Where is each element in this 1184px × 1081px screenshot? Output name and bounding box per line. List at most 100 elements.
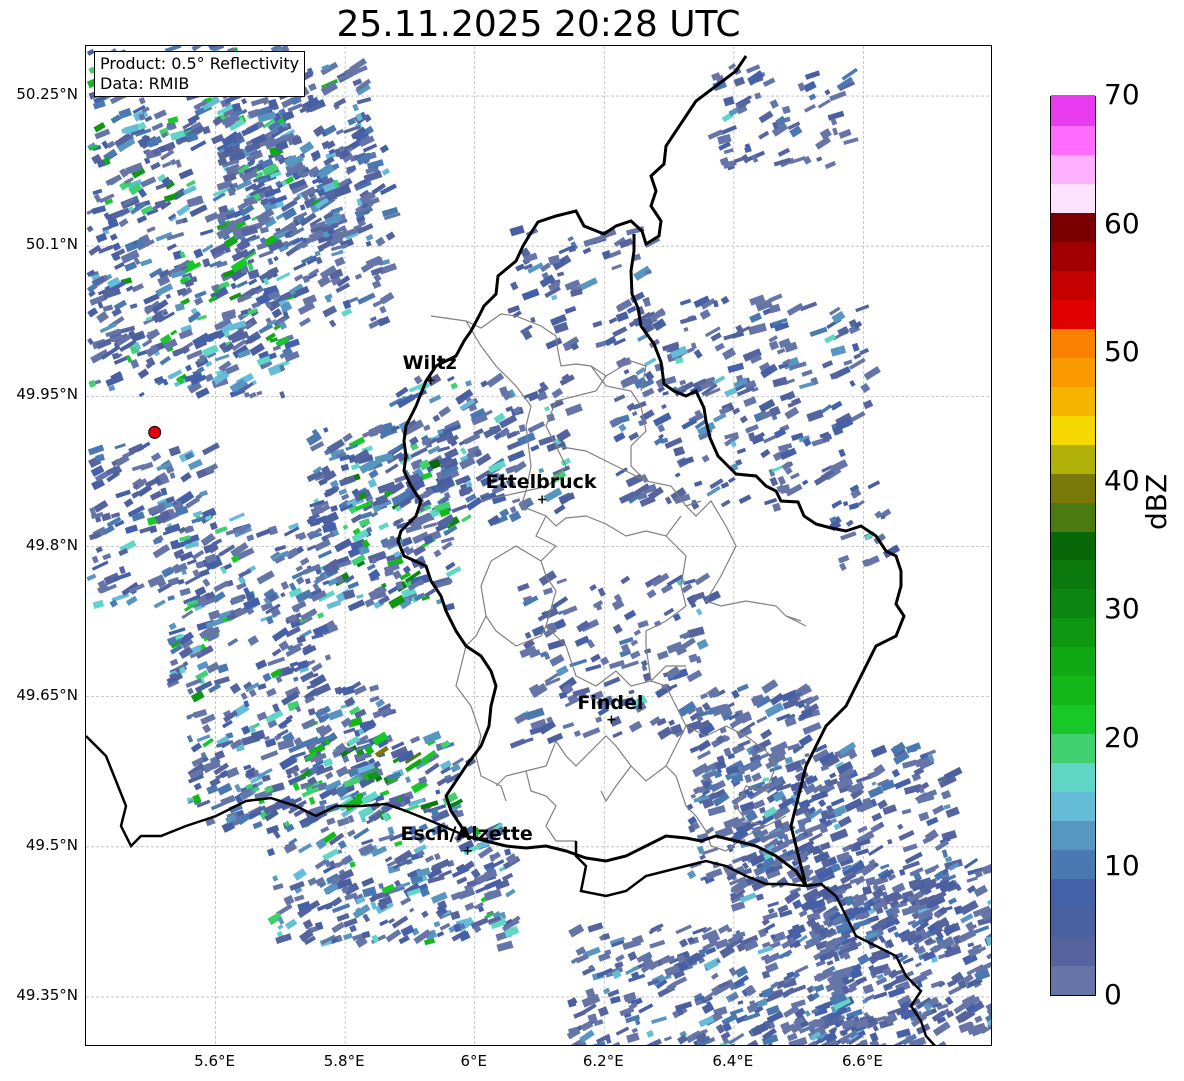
echo-pixel xyxy=(371,279,382,289)
city-label: Ettelbruck xyxy=(485,471,597,494)
echo-pixel xyxy=(118,218,129,228)
echo-pixel xyxy=(404,776,412,784)
echo-pixel xyxy=(518,424,526,433)
latitude-tick-label: 49.95°N xyxy=(16,385,78,404)
echo-pixel xyxy=(193,782,202,791)
echo-pixel xyxy=(182,185,197,196)
echo-pixel xyxy=(384,463,399,474)
echo-pixel xyxy=(714,342,725,352)
echo-pixel xyxy=(114,443,126,450)
echo-pixel xyxy=(824,333,837,344)
colorbar-segment xyxy=(1051,211,1095,242)
colorbar-segment xyxy=(1051,298,1095,329)
echo-pixel xyxy=(887,838,893,845)
longitude-tick-label: 6°E xyxy=(460,1052,487,1070)
echo-pixel xyxy=(623,369,630,375)
colorbar-segment xyxy=(1051,471,1095,503)
echo-pixel xyxy=(870,744,888,758)
echo-pixel xyxy=(778,949,793,960)
echo-pixel xyxy=(879,863,890,870)
echo-pixel xyxy=(853,353,862,360)
echo-pixel xyxy=(91,205,107,215)
echo-pixel xyxy=(451,504,468,514)
echo-pixel xyxy=(284,918,298,930)
echo-pixel xyxy=(863,366,881,381)
echo-pixel xyxy=(331,921,345,934)
echo-pixel xyxy=(632,400,647,411)
echo-pixel xyxy=(318,799,327,806)
echo-pixel xyxy=(699,854,706,861)
echo-pixel xyxy=(175,218,184,225)
echo-pixel xyxy=(720,499,731,508)
echo-pixel xyxy=(792,899,803,910)
echo-pixel xyxy=(697,750,712,760)
echo-pixel xyxy=(210,133,225,145)
echo-pixel xyxy=(891,768,901,778)
echo-pixel xyxy=(349,924,357,933)
echo-pixel xyxy=(366,563,376,571)
echo-pixel xyxy=(790,472,800,480)
echo-pixel xyxy=(698,1015,715,1028)
echo-pixel xyxy=(824,160,837,170)
echo-pixel xyxy=(169,658,179,667)
echo-pixel xyxy=(487,514,501,527)
echo-pixel xyxy=(313,538,332,552)
echo-pixel xyxy=(958,929,977,943)
echo-pixel xyxy=(542,587,554,596)
colorbar-tick-label: 70 xyxy=(1104,78,1140,111)
longitude-tick-label: 5.8°E xyxy=(323,1052,365,1070)
echo-pixel xyxy=(217,782,233,796)
echo-pixel xyxy=(293,262,307,271)
echo-pixel xyxy=(188,458,203,471)
echo-pixel xyxy=(806,409,824,422)
echo-pixel xyxy=(86,225,94,233)
echo-pixel xyxy=(736,447,747,455)
echo-pixel xyxy=(592,320,603,328)
echo-pixel xyxy=(738,494,752,505)
echo-pixel xyxy=(227,637,239,647)
echo-pixel xyxy=(213,676,230,686)
luxembourg-canton-borders xyxy=(430,313,807,852)
echo-pixel xyxy=(368,469,379,479)
echo-pixel xyxy=(440,536,455,544)
echo-pixel xyxy=(848,502,860,511)
echo-pixel xyxy=(240,692,248,701)
echo-pixel xyxy=(860,382,871,393)
echo-pixel xyxy=(433,921,441,928)
echo-pixel xyxy=(724,387,738,398)
echo-pixel xyxy=(167,595,175,601)
latitude-tick-label: 49.5°N xyxy=(25,835,78,854)
echo-pixel xyxy=(830,400,843,411)
echo-pixel xyxy=(335,128,344,136)
echo-pixel xyxy=(234,783,242,793)
echo-pixel xyxy=(515,263,525,272)
echo-pixel xyxy=(816,156,823,162)
echo-pixel xyxy=(343,917,358,928)
echo-pixel xyxy=(551,387,564,399)
echo-pixel xyxy=(247,635,259,647)
echo-pixel xyxy=(384,856,393,863)
product-label: Product: 0.5° Reflectivity xyxy=(100,54,300,73)
echo-pixel xyxy=(746,1039,759,1045)
echo-pixel xyxy=(776,876,789,889)
echo-pixel xyxy=(867,785,884,799)
radar-map[interactable] xyxy=(85,45,992,1046)
echo-pixel xyxy=(260,750,279,761)
echo-pixel xyxy=(622,938,642,950)
echo-pixel xyxy=(644,648,652,655)
echo-pixel xyxy=(87,307,99,318)
echo-pixel xyxy=(369,684,380,692)
echo-pixel xyxy=(294,894,305,902)
echo-pixel xyxy=(256,711,268,722)
echo-pixel xyxy=(159,355,172,366)
colorbar-tick-label: 30 xyxy=(1104,592,1140,626)
echo-pixel xyxy=(798,381,815,390)
echo-pixel xyxy=(372,299,383,308)
echo-pixel xyxy=(967,942,975,948)
echo-pixel xyxy=(657,424,666,433)
echo-pixel xyxy=(168,622,177,631)
echo-pixel xyxy=(256,570,275,585)
echo-pixel xyxy=(402,565,412,574)
echo-pixel xyxy=(289,661,299,668)
echo-pixel xyxy=(947,897,958,905)
